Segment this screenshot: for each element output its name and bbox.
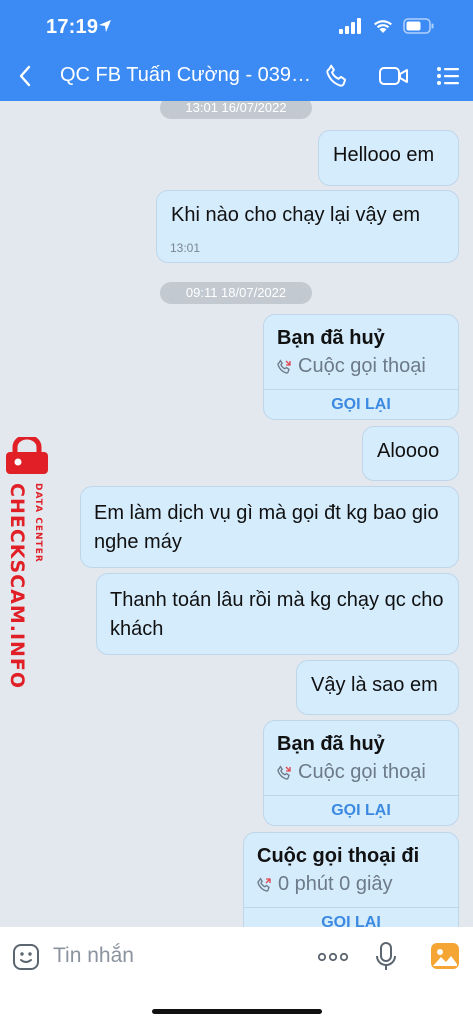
timestamp-divider: 13:01 16/07/2022	[160, 101, 312, 119]
lock-icon	[6, 437, 48, 474]
chat-menu-button[interactable]	[433, 62, 463, 90]
chat-area[interactable]: 13:01 16/07/2022 Hellooo em Khi nào cho …	[0, 101, 473, 927]
call-title: Cuộc gọi thoại đi	[257, 845, 420, 867]
more-icon[interactable]	[317, 945, 349, 969]
call-subtitle: Cuộc gọi thoại	[276, 761, 426, 784]
watermark-sub: DATA CENTER	[33, 483, 43, 563]
call-title: Bạn đã huỷ	[277, 327, 385, 349]
message-bubble[interactable]: Khi nào cho chạy lại vậy em 13:01	[156, 190, 459, 263]
call-subtitle: Cuộc gọi thoại	[276, 355, 426, 378]
message-text: Em làm dịch vụ gì mà gọi đt kg bao gio n…	[94, 502, 439, 553]
message-text: Aloooo	[377, 440, 440, 462]
call-back-button[interactable]: GỌI LẠI	[244, 907, 458, 927]
message-bubble[interactable]: Vậy là sao em	[296, 660, 459, 715]
battery-icon	[403, 18, 434, 34]
call-back-button[interactable]: GỌI LẠI	[264, 389, 458, 419]
signal-icon	[339, 18, 361, 34]
call-subtitle-text: Cuộc gọi thoại	[298, 355, 426, 377]
message-text: Thanh toán lâu rồi mà kg chạy qc cho khá…	[110, 589, 444, 640]
phone-icon	[326, 64, 347, 87]
menu-icon	[437, 67, 459, 85]
home-indicator[interactable]	[152, 1009, 322, 1014]
missed-call-icon	[277, 764, 291, 780]
message-time: 13:01	[170, 241, 201, 255]
mic-icon[interactable]	[374, 941, 398, 973]
back-button[interactable]	[13, 62, 37, 90]
timestamp-divider: 09:11 18/07/2022	[160, 282, 312, 304]
voice-call-button[interactable]	[322, 62, 352, 90]
message-text: Vậy là sao em	[311, 674, 438, 696]
status-time: 17:19	[46, 16, 99, 38]
status-icons	[339, 18, 435, 34]
chat-title[interactable]: QC FB Tuấn Cường - 0393...	[60, 64, 315, 87]
video-call-button[interactable]	[377, 62, 411, 90]
call-card: Bạn đã huỷ Cuộc gọi thoại GỌI LẠI	[263, 314, 459, 420]
message-text: Hellooo em	[333, 144, 435, 166]
message-text: Khi nào cho chạy lại vậy em	[171, 204, 421, 226]
back-icon	[19, 65, 31, 87]
message-bubble[interactable]: Aloooo	[362, 426, 459, 481]
emoji-icon[interactable]	[12, 943, 40, 971]
call-back-button[interactable]: GỌI LẠI	[264, 795, 458, 825]
video-icon	[379, 67, 408, 85]
message-bubble[interactable]: Hellooo em	[318, 130, 459, 186]
location-arrow-icon	[99, 20, 111, 32]
call-subtitle: 0 phút 0 giây	[256, 873, 393, 896]
nav-row: QC FB Tuấn Cường - 0393...	[0, 58, 473, 94]
checkscam-watermark: CHECKSCAM.INFO DATA CENTER	[2, 437, 54, 689]
message-bubble[interactable]: Thanh toán lâu rồi mà kg chạy qc cho khá…	[96, 573, 459, 655]
call-subtitle-text: 0 phút 0 giây	[278, 873, 393, 895]
call-title: Bạn đã huỷ	[277, 733, 385, 755]
message-input[interactable]: Tin nhắn	[53, 944, 134, 968]
missed-call-icon	[277, 358, 291, 374]
wifi-icon	[374, 20, 392, 33]
call-card: Cuộc gọi thoại đi 0 phút 0 giây GỌI LẠI	[243, 832, 459, 927]
call-subtitle-text: Cuộc gọi thoại	[298, 761, 426, 783]
message-bubble[interactable]: Em làm dịch vụ gì mà gọi đt kg bao gio n…	[80, 486, 459, 568]
watermark-text: CHECKSCAM.INFO DATA CENTER	[6, 483, 43, 689]
call-card: Bạn đã huỷ Cuộc gọi thoại GỌI LẠI	[263, 720, 459, 826]
outgoing-call-icon	[257, 876, 271, 892]
image-icon[interactable]	[430, 942, 460, 970]
chat-header: 17:19 QC FB Tuấn Cường - 0393...	[0, 0, 473, 101]
watermark-main: CHECKSCAM.INFO	[6, 483, 28, 690]
